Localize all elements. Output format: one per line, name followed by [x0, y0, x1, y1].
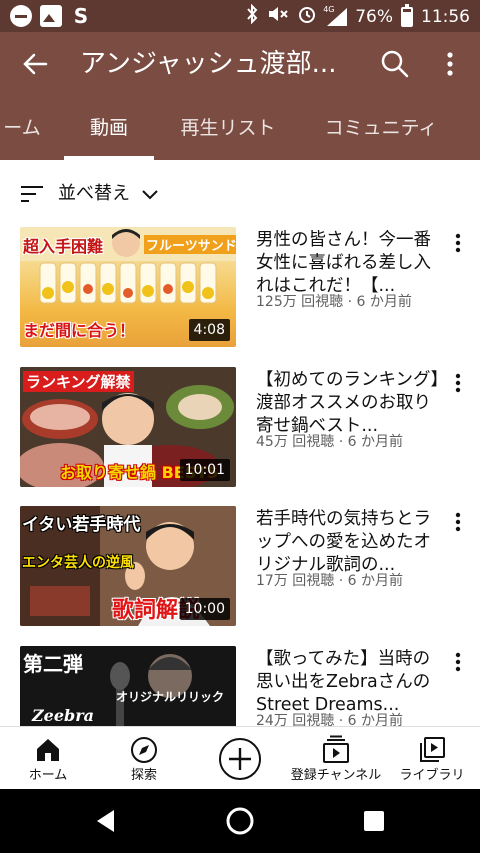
- tab-home[interactable]: ーム: [0, 96, 44, 160]
- tab-indicator: [64, 156, 154, 160]
- sort-control[interactable]: 並べ替え: [0, 168, 480, 220]
- thumbnail-caption: イタい若手時代: [22, 515, 141, 535]
- nav-explore[interactable]: 探索: [96, 727, 192, 790]
- system-navigation-bar: [0, 789, 480, 853]
- video-meta: 125万 回視聴 · 6 か月前: [256, 294, 412, 310]
- tab-community[interactable]: コミュニティ: [318, 96, 444, 160]
- nav-create[interactable]: [192, 727, 288, 790]
- nav-home[interactable]: ホーム: [0, 727, 96, 790]
- more-vert-icon: [455, 233, 461, 253]
- video-menu-button[interactable]: [448, 648, 468, 676]
- video-menu-button[interactable]: [448, 369, 468, 397]
- subscriptions-icon: [323, 735, 349, 763]
- video-meta: 24万 回視聴 · 6 か月前: [256, 713, 403, 726]
- back-arrow-icon: [23, 53, 48, 75]
- clock: 11:56: [421, 7, 470, 27]
- more-vert-icon: [455, 512, 461, 532]
- more-vert-icon: [447, 52, 453, 76]
- video-thumbnail[interactable]: 第二弾 オリジナルリリック Zeebra: [20, 646, 236, 726]
- bluetooth-icon: [245, 3, 259, 30]
- thumbnail-caption: Zeebra: [32, 706, 95, 725]
- app-bar: アンジャッシュ渡部... ーム 動画 再生リスト コミュニティ: [0, 32, 480, 160]
- status-bar: S 4G 76% 11:56: [0, 0, 480, 32]
- video-duration: 10:01: [179, 459, 230, 481]
- video-thumbnail[interactable]: 超入手困難 フルーツサンド まだ間に合う！ 4:08: [20, 227, 236, 347]
- thumbnail-caption: オリジナルリリック: [116, 690, 225, 704]
- system-recents-icon[interactable]: [358, 805, 390, 837]
- more-vert-icon: [455, 652, 461, 672]
- nav-label: 登録チャンネル: [290, 768, 382, 783]
- mute-icon: [267, 4, 289, 30]
- explore-icon: [131, 737, 157, 763]
- sort-label: 並べ替え: [58, 183, 130, 204]
- chevron-down-icon: [142, 190, 158, 200]
- channel-title: アンジャッシュ渡部...: [80, 49, 337, 79]
- video-meta: 17万 回視聴 · 6 か月前: [256, 573, 403, 589]
- dnd-icon: [10, 5, 32, 27]
- signal-icon: 4G: [323, 5, 348, 26]
- nav-label: ホーム: [28, 768, 68, 783]
- video-menu-button[interactable]: [448, 229, 468, 257]
- thumbnail-caption: まだ間に合う！: [23, 321, 136, 340]
- create-icon: [219, 738, 261, 780]
- video-thumbnail[interactable]: イタい若手時代 エンタ芸人の逆風 歌詞解説 10:00: [20, 506, 236, 626]
- back-button[interactable]: [16, 46, 56, 82]
- thumbnail-caption: フルーツサンド: [144, 235, 236, 254]
- nav-label: ライブラリ: [399, 768, 465, 783]
- tab-playlists[interactable]: 再生リスト: [170, 96, 286, 160]
- more-options-button[interactable]: [436, 46, 464, 82]
- video-item[interactable]: 超入手困難 フルーツサンド まだ間に合う！ 4:08 男性の皆さん！今一番女性に…: [0, 227, 480, 357]
- network-type: 4G: [323, 5, 335, 14]
- video-thumbnail[interactable]: ランキング解禁 お取り寄せ鍋 BEST5 10:01: [20, 367, 236, 487]
- channel-tabs: ーム 動画 再生リスト コミュニティ: [0, 96, 480, 160]
- nav-subscriptions[interactable]: 登録チャンネル: [282, 727, 390, 790]
- sort-icon: [21, 186, 43, 202]
- video-duration: 10:00: [179, 598, 230, 620]
- video-menu-button[interactable]: [448, 508, 468, 536]
- home-icon: [37, 739, 59, 761]
- video-item[interactable]: ランキング解禁 お取り寄せ鍋 BEST5 10:01 【初めてのランキング】渡部…: [0, 367, 480, 497]
- video-title[interactable]: 【初めてのランキング】渡部オススメのお取り寄せ鍋ベスト...: [256, 369, 442, 438]
- video-title[interactable]: 若手時代の気持ちとラップへの愛を込めたオリジナル歌詞の...: [256, 508, 442, 577]
- battery-icon: [401, 4, 413, 27]
- video-duration: 4:08: [188, 319, 230, 341]
- video-item[interactable]: 第二弾 オリジナルリリック Zeebra 【歌ってみた】当時の思い出をZebra…: [0, 646, 480, 726]
- thumbnail-caption: 超入手困難: [23, 237, 104, 256]
- video-meta: 45万 回視聴 · 6 か月前: [256, 434, 403, 450]
- thumbnail-caption: ランキング解禁: [23, 371, 134, 392]
- battery-percent: 76%: [355, 7, 393, 27]
- thumbnail-caption: 第二弾: [23, 652, 83, 676]
- nav-label: 探索: [130, 768, 157, 783]
- alarm-icon: [297, 4, 317, 30]
- tab-videos[interactable]: 動画: [64, 96, 154, 160]
- s-app-icon: S: [73, 4, 89, 28]
- video-title[interactable]: 男性の皆さん！今一番女性に喜ばれる差し入れはこれだ！【...: [256, 229, 442, 298]
- search-icon: [381, 50, 409, 78]
- photo-icon: [40, 5, 62, 27]
- search-button[interactable]: [378, 46, 412, 82]
- bottom-navigation: ホーム 探索 登録チャンネル ライブラリ: [0, 726, 480, 789]
- thumbnail-caption: エンタ芸人の逆風: [22, 555, 134, 571]
- video-item[interactable]: イタい若手時代 エンタ芸人の逆風 歌詞解説 10:00 若手時代の気持ちとラップ…: [0, 506, 480, 636]
- video-title[interactable]: 【歌ってみた】当時の思い出をZebraさんのStreet Dreams...: [256, 648, 442, 717]
- system-home-icon[interactable]: [224, 805, 256, 837]
- more-vert-icon: [455, 373, 461, 393]
- system-back-icon[interactable]: [90, 805, 122, 837]
- nav-library[interactable]: ライブラリ: [390, 727, 474, 790]
- library-icon: [420, 737, 445, 762]
